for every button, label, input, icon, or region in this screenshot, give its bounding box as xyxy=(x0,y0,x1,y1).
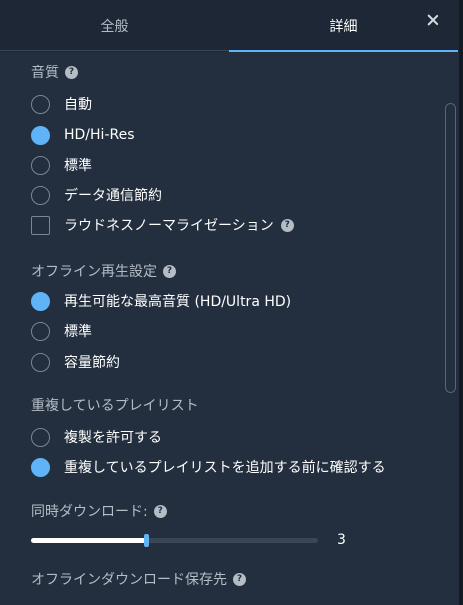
radio-icon xyxy=(31,94,50,114)
checkbox-loudness[interactable]: ラウドネスノーマライゼーション ? xyxy=(31,214,294,236)
radio-duplicate-allow[interactable]: 複製を許可する xyxy=(31,426,162,448)
tab-divider xyxy=(0,50,229,51)
radio-quality-auto[interactable]: 自動 xyxy=(31,93,92,115)
loudness-label: ラウドネスノーマライゼーション xyxy=(64,218,274,234)
concurrent-title: 同時ダウンロード: xyxy=(31,504,148,520)
radio-icon xyxy=(31,155,50,175)
concurrent-downloads-slider[interactable] xyxy=(31,531,318,549)
concurrent-section-title: 同時ダウンロード: ? xyxy=(31,501,167,521)
option-label: HD/Hi-Res xyxy=(64,127,135,143)
quality-title: 音質 xyxy=(31,65,59,81)
help-icon[interactable]: ? xyxy=(153,504,167,518)
window-edge xyxy=(459,0,463,605)
quality-section-title: 音質 ? xyxy=(31,62,78,82)
duplicate-section-title: 重複しているプレイリスト xyxy=(31,395,199,415)
radio-offline-space-saver[interactable]: 容量節約 xyxy=(31,351,120,373)
option-label: 重複しているプレイリストを追加する前に確認する xyxy=(64,460,386,476)
radio-icon xyxy=(31,427,50,447)
option-label: 再生可能な最高音質 (HD/Ultra HD) xyxy=(64,294,292,310)
concurrent-downloads-value: 3 xyxy=(337,532,346,548)
option-label: 自動 xyxy=(64,97,92,113)
option-label: 標準 xyxy=(64,324,92,340)
radio-quality-data-saver[interactable]: データ通信節約 xyxy=(31,184,162,206)
help-icon[interactable]: ? xyxy=(65,65,78,79)
scrollbar-thumb[interactable] xyxy=(445,103,456,393)
offline-section-title: オフライン再生設定 ? xyxy=(31,261,176,281)
radio-selected-icon xyxy=(31,125,50,145)
radio-icon xyxy=(31,352,50,372)
slider-thumb[interactable] xyxy=(144,534,149,547)
option-label: データ通信節約 xyxy=(64,188,162,204)
storage-section-title: オフラインダウンロード保存先 ? xyxy=(31,569,246,589)
radio-icon xyxy=(31,321,50,341)
radio-selected-icon xyxy=(31,457,50,477)
storage-title: オフラインダウンロード保存先 xyxy=(31,572,227,588)
option-label: 容量節約 xyxy=(64,355,120,371)
radio-icon xyxy=(31,185,50,205)
radio-selected-icon xyxy=(31,291,50,311)
slider-fill xyxy=(31,538,146,543)
radio-duplicate-confirm[interactable]: 重複しているプレイリストを追加する前に確認する xyxy=(31,456,386,478)
help-icon[interactable]: ? xyxy=(233,572,246,586)
help-icon[interactable]: ? xyxy=(163,264,176,278)
help-icon[interactable]: ? xyxy=(280,218,294,232)
option-label: 複製を許可する xyxy=(64,430,162,446)
tab-bar: 全般 詳細 xyxy=(0,0,459,52)
tab-detail[interactable]: 詳細 xyxy=(229,0,458,52)
radio-offline-best[interactable]: 再生可能な最高音質 (HD/Ultra HD) xyxy=(31,290,291,312)
offline-title: オフライン再生設定 xyxy=(31,264,157,280)
radio-offline-standard[interactable]: 標準 xyxy=(31,320,92,342)
close-icon[interactable] xyxy=(425,12,441,28)
duplicate-title: 重複しているプレイリスト xyxy=(31,398,199,414)
radio-quality-standard[interactable]: 標準 xyxy=(31,154,92,176)
option-label: 標準 xyxy=(64,158,92,174)
tab-general[interactable]: 全般 xyxy=(0,0,229,52)
checkbox-icon xyxy=(31,215,50,235)
radio-quality-hd[interactable]: HD/Hi-Res xyxy=(31,124,135,146)
